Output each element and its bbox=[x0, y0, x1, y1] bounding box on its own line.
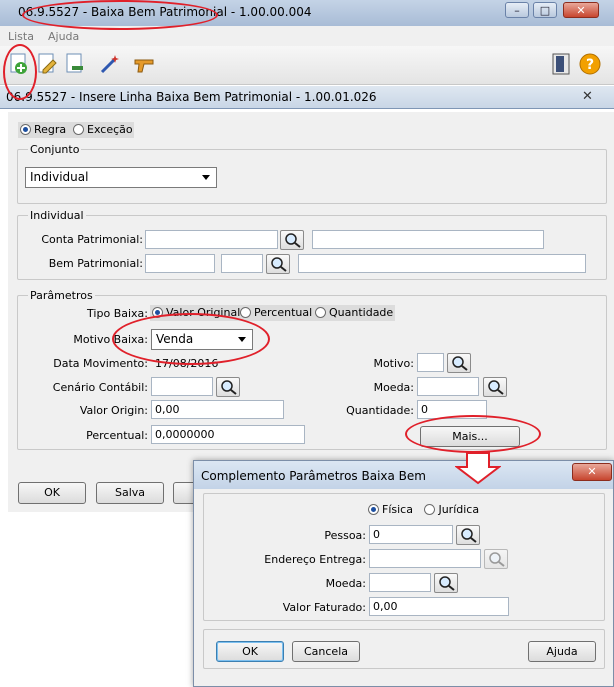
search-icon bbox=[461, 528, 477, 543]
quantidade-label: Quantidade: bbox=[346, 404, 414, 417]
endereco-entrega-label: Endereço Entrega: bbox=[264, 553, 366, 566]
cenario-search-button[interactable] bbox=[216, 377, 240, 397]
pessoa-radio-group: Física Jurídica bbox=[368, 502, 479, 518]
dialog-ok-button[interactable]: OK bbox=[216, 641, 284, 662]
wand-icon[interactable] bbox=[98, 52, 122, 76]
bem-patrimonial-input[interactable] bbox=[145, 254, 215, 273]
conta-description-input[interactable] bbox=[312, 230, 544, 249]
dialog-moeda-label: Moeda: bbox=[325, 577, 366, 590]
bem-patrimonial-label: Bem Patrimonial: bbox=[48, 257, 143, 270]
conta-search-button[interactable] bbox=[280, 230, 304, 250]
pessoa-label: Pessoa: bbox=[324, 529, 366, 542]
bem-search-button[interactable] bbox=[266, 254, 290, 274]
toolbar: ? bbox=[0, 46, 614, 85]
cenario-contabil-label: Cenário Contábil: bbox=[52, 381, 148, 394]
conjunto-legend: Conjunto bbox=[28, 143, 82, 156]
dialog-title-bar: Complemento Parâmetros Baixa Bem ✕ bbox=[194, 461, 613, 489]
radio-excecao[interactable]: Exceção bbox=[73, 122, 133, 138]
conta-patrimonial-label: Conta Patrimonial: bbox=[41, 233, 143, 246]
pessoa-search-button[interactable] bbox=[456, 525, 480, 545]
minimize-button[interactable]: – bbox=[505, 2, 529, 18]
close-button[interactable]: ✕ bbox=[563, 2, 599, 18]
dialog-moeda-input[interactable] bbox=[369, 573, 431, 592]
valor-faturado-input[interactable]: 0,00 bbox=[369, 597, 509, 616]
radio-juridica[interactable]: Jurídica bbox=[424, 503, 479, 516]
mode-radio-group: Regra Exceção bbox=[18, 122, 134, 138]
dialog-close-button[interactable]: ✕ bbox=[572, 463, 612, 481]
motivo-input[interactable] bbox=[417, 353, 444, 372]
tipo-baixa-label: Tipo Baixa: bbox=[87, 307, 148, 320]
delete-line-icon[interactable] bbox=[63, 52, 87, 76]
svg-text:?: ? bbox=[586, 57, 594, 73]
motivo-label: Motivo: bbox=[373, 357, 414, 370]
data-movimento-label: Data Movimento: bbox=[53, 357, 148, 370]
radio-percentual[interactable]: Percentual bbox=[240, 305, 312, 321]
valor-origin-input[interactable]: 0,00 bbox=[151, 400, 284, 419]
conjunto-select[interactable]: Individual bbox=[25, 167, 217, 188]
edit-line-icon[interactable] bbox=[35, 52, 59, 76]
maximize-button[interactable]: □ bbox=[533, 2, 557, 18]
search-icon bbox=[285, 233, 301, 248]
moeda-input[interactable] bbox=[417, 377, 479, 396]
exit-door-icon[interactable] bbox=[550, 52, 574, 76]
individual-legend: Individual bbox=[28, 209, 86, 222]
search-icon bbox=[271, 257, 287, 272]
moeda-search-button[interactable] bbox=[483, 377, 507, 397]
percentual-input[interactable]: 0,0000000 bbox=[151, 425, 305, 444]
subwindow-close-icon[interactable]: ✕ bbox=[582, 89, 593, 104]
bem-description-input[interactable] bbox=[298, 254, 586, 273]
subwindow-title-bar: 06.9.5527 - Insere Linha Baixa Bem Patri… bbox=[0, 86, 614, 109]
endereco-search-button[interactable] bbox=[484, 549, 508, 569]
ok-button[interactable]: OK bbox=[18, 482, 86, 504]
bem-incorporacao-input[interactable] bbox=[221, 254, 263, 273]
annotation-ellipse-mais bbox=[405, 415, 541, 453]
radio-quantidade[interactable]: Quantidade bbox=[315, 305, 393, 321]
search-icon bbox=[488, 380, 504, 395]
moeda-label: Moeda: bbox=[373, 381, 414, 394]
annotation-ellipse-title bbox=[22, 0, 218, 30]
gun-icon[interactable] bbox=[132, 52, 156, 76]
menu-lista[interactable]: Lista bbox=[8, 30, 34, 43]
search-icon bbox=[452, 356, 468, 371]
subwindow-title: 06.9.5527 - Insere Linha Baixa Bem Patri… bbox=[6, 90, 377, 104]
pessoa-input[interactable]: 0 bbox=[369, 525, 453, 544]
dialog-title: Complemento Parâmetros Baixa Bem bbox=[201, 469, 426, 483]
radio-fisica[interactable]: Física bbox=[368, 503, 413, 516]
search-icon bbox=[489, 552, 505, 567]
help-icon[interactable]: ? bbox=[578, 52, 602, 76]
cenario-contabil-input[interactable] bbox=[151, 377, 213, 396]
menu-ajuda[interactable]: Ajuda bbox=[48, 30, 79, 43]
radio-regra[interactable]: Regra bbox=[20, 122, 66, 138]
annotation-ellipse-insert bbox=[3, 44, 37, 100]
percentual-label: Percentual: bbox=[86, 429, 148, 442]
search-icon bbox=[439, 576, 455, 591]
valor-faturado-label: Valor Faturado: bbox=[282, 601, 366, 614]
motivo-search-button[interactable] bbox=[447, 353, 471, 373]
dialog-cancela-button[interactable]: Cancela bbox=[292, 641, 360, 662]
dialog-ajuda-button[interactable]: Ajuda bbox=[528, 641, 596, 662]
valor-origin-label: Valor Origin: bbox=[79, 404, 148, 417]
dialog-moeda-search-button[interactable] bbox=[434, 573, 458, 593]
conta-patrimonial-input[interactable] bbox=[145, 230, 278, 249]
dialog-window: Complemento Parâmetros Baixa Bem ✕ Físic… bbox=[193, 460, 614, 687]
annotation-arrow-icon bbox=[455, 452, 501, 485]
endereco-entrega-input[interactable] bbox=[369, 549, 481, 568]
annotation-ellipse-motivo bbox=[112, 313, 270, 365]
search-icon bbox=[221, 380, 237, 395]
salva-button[interactable]: Salva bbox=[96, 482, 164, 504]
parametros-legend: Parâmetros bbox=[28, 289, 95, 302]
